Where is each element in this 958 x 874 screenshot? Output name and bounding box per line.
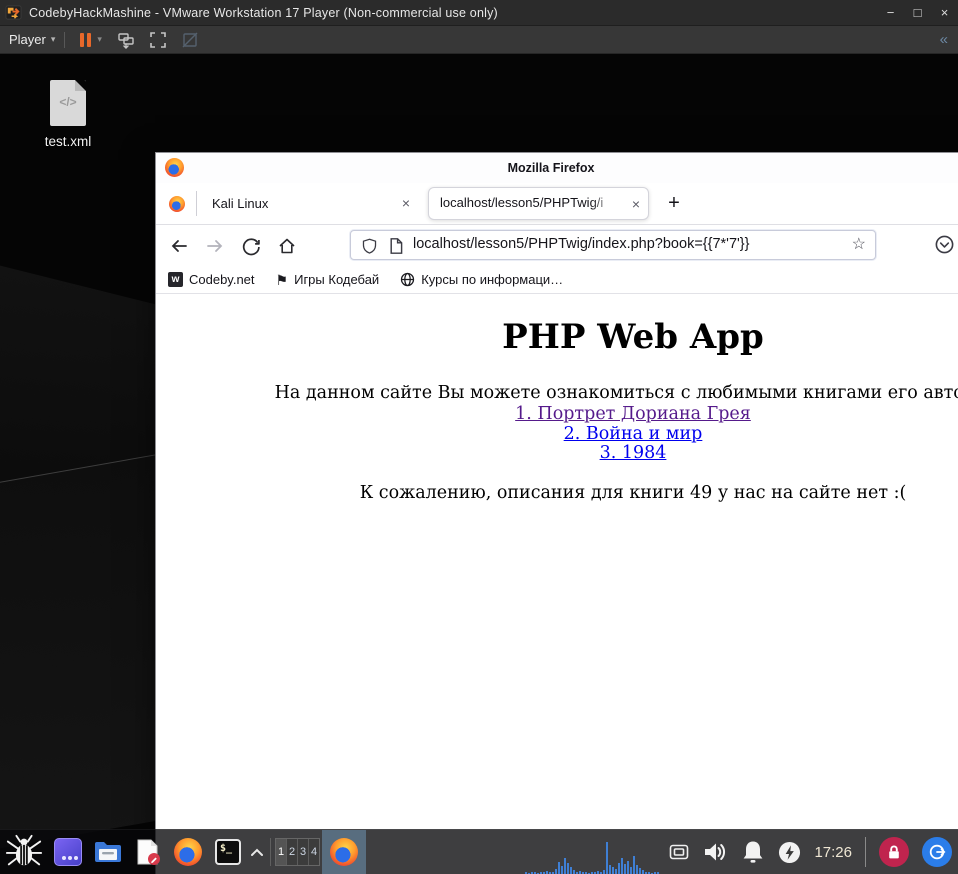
xml-file-icon: </>: [50, 80, 86, 126]
network-tray-icon[interactable]: [669, 844, 689, 860]
page-content: PHP Web App На данном сайте Вы можете оз…: [156, 294, 958, 874]
terminal-icon: $_: [215, 839, 241, 865]
firefox-logo-icon: [330, 838, 358, 866]
maximize-button[interactable]: □: [904, 1, 931, 25]
minimize-button[interactable]: −: [877, 1, 904, 25]
text-editor-launcher[interactable]: [128, 830, 168, 874]
page-info-icon[interactable]: [388, 237, 404, 260]
unity-mode-button-disabled: [181, 31, 199, 49]
back-button[interactable]: [168, 235, 190, 257]
vmware-window-title: CodebyHackMashine - VMware Workstation 1…: [29, 5, 498, 20]
bookmark-kursy[interactable]: Курсы по информаци…: [400, 272, 563, 287]
tab-localhost-active[interactable]: localhost/lesson5/PHPTwig/i ×: [428, 187, 649, 220]
reload-button[interactable]: [240, 235, 262, 257]
logout-button[interactable]: [922, 837, 952, 867]
firefox-titlebar[interactable]: Mozilla Firefox: [156, 153, 958, 183]
file-manager-launcher[interactable]: [88, 830, 128, 874]
cpu-graph: [525, 830, 661, 874]
notifications-bell-icon[interactable]: [741, 839, 765, 865]
home-button[interactable]: [276, 235, 298, 257]
panel-expand-button[interactable]: [248, 830, 266, 874]
logout-arrow-icon: [929, 844, 946, 860]
bookmark-igry-kodebay[interactable]: ⚑ Игры Кодебай: [276, 272, 380, 287]
kali-bug-icon: [5, 834, 43, 866]
tab-divider: [196, 191, 197, 216]
book-link-2[interactable]: 2. Война и мир: [156, 424, 958, 445]
bookmark-codeby-net[interactable]: w Codeby.net: [168, 272, 255, 287]
desktop-file-test-xml[interactable]: </> test.xml: [30, 80, 106, 149]
firefox-launcher[interactable]: [168, 830, 208, 874]
bookmark-star-icon[interactable]: ☆: [852, 234, 866, 254]
workspace-app-icon: [54, 838, 82, 866]
send-ctrl-alt-del-button[interactable]: [117, 31, 135, 49]
close-button[interactable]: ×: [931, 1, 958, 25]
fullscreen-button[interactable]: [149, 31, 167, 49]
new-tab-button[interactable]: +: [661, 189, 687, 217]
workspace-pager[interactable]: 1 2 3 4: [275, 838, 320, 866]
xfce-panel: $_ 1 2 3 4 17:26: [0, 829, 958, 874]
pocket-save-icon[interactable]: [934, 234, 955, 260]
desktop-file-label: test.xml: [44, 134, 92, 149]
tab-close-icon[interactable]: ×: [398, 195, 414, 211]
firefox-window-title: Mozilla Firefox: [507, 161, 595, 175]
tray-divider: [865, 837, 866, 867]
suspend-dropdown-caret-icon[interactable]: ▾: [97, 34, 102, 45]
firefox-logo-icon: [174, 838, 202, 866]
tab-label-fade: [591, 190, 625, 217]
book-link-1[interactable]: 1. Портрет Дориана Грея: [156, 404, 958, 425]
toolbar-divider: [64, 31, 66, 48]
taskbar-firefox-window-button[interactable]: [322, 830, 366, 874]
firefox-window: Mozilla Firefox Kali Linux × localhost/l…: [155, 152, 958, 874]
clock[interactable]: 17:26: [814, 844, 852, 861]
lock-screen-button[interactable]: [879, 837, 909, 867]
tracking-protection-shield-icon[interactable]: [361, 237, 378, 260]
volume-tray-icon[interactable]: [702, 839, 728, 865]
folder-icon: [95, 842, 121, 862]
text-editor-icon: [137, 839, 160, 865]
vmware-toolbar: Player ▾ ▾ «: [0, 26, 958, 54]
tab-favicon-firefox-icon: [169, 196, 185, 212]
globe-icon: [400, 272, 415, 287]
vm-screen: CodebyHackMashine - VMware Workstation 1…: [0, 0, 958, 874]
panel-divider: [270, 838, 271, 866]
navigation-toolbar: localhost/lesson5/PHPTwig/index.php?book…: [156, 225, 958, 266]
forward-button-disabled: [204, 235, 226, 257]
terminal-launcher[interactable]: $_: [208, 830, 248, 874]
applications-menu-button[interactable]: [0, 830, 48, 874]
workspace-4[interactable]: 4: [309, 839, 319, 865]
book-link-3[interactable]: 3. 1984: [156, 443, 958, 464]
intro-text: На данном сайте Вы можете ознакомиться с…: [274, 383, 958, 403]
url-bar[interactable]: localhost/lesson5/PHPTwig/index.php?book…: [350, 230, 876, 260]
workspace-1[interactable]: 1: [276, 839, 287, 865]
player-menu-caret-icon: ▾: [50, 34, 56, 44]
bookmarks-toolbar: w Codeby.net ⚑ Игры Кодебай Курсы по инф…: [156, 266, 958, 294]
tab-kali-linux[interactable]: Kali Linux: [212, 196, 268, 211]
firefox-logo-icon: [165, 158, 184, 177]
book-links: 1. Портрет Дориана Грея 2. Война и мир 3…: [156, 404, 958, 464]
show-desktop-button[interactable]: [48, 830, 88, 874]
player-menu-button[interactable]: Player: [9, 32, 46, 47]
vmware-titlebar: CodebyHackMashine - VMware Workstation 1…: [0, 0, 958, 26]
codeby-favicon: w: [168, 272, 183, 287]
padlock-icon: [889, 845, 899, 859]
vmware-player-logo-icon: [5, 5, 22, 20]
page-title: PHP Web App: [502, 317, 764, 357]
power-manager-icon[interactable]: [778, 841, 801, 864]
url-text[interactable]: localhost/lesson5/PHPTwig/index.php?book…: [413, 236, 749, 252]
collapse-toolbar-button[interactable]: «: [940, 31, 948, 48]
flag-icon: ⚑: [275, 271, 289, 288]
tab-close-icon[interactable]: ×: [628, 196, 644, 212]
tab-bar: Kali Linux × localhost/lesson5/PHPTwig/i…: [156, 183, 958, 225]
workspace-3[interactable]: 3: [298, 839, 309, 865]
chevron-up-icon: [251, 848, 263, 856]
not-found-message: К сожалению, описания для книги 49 у нас…: [359, 482, 907, 503]
workspace-2[interactable]: 2: [287, 839, 298, 865]
suspend-vm-button[interactable]: [80, 32, 92, 47]
